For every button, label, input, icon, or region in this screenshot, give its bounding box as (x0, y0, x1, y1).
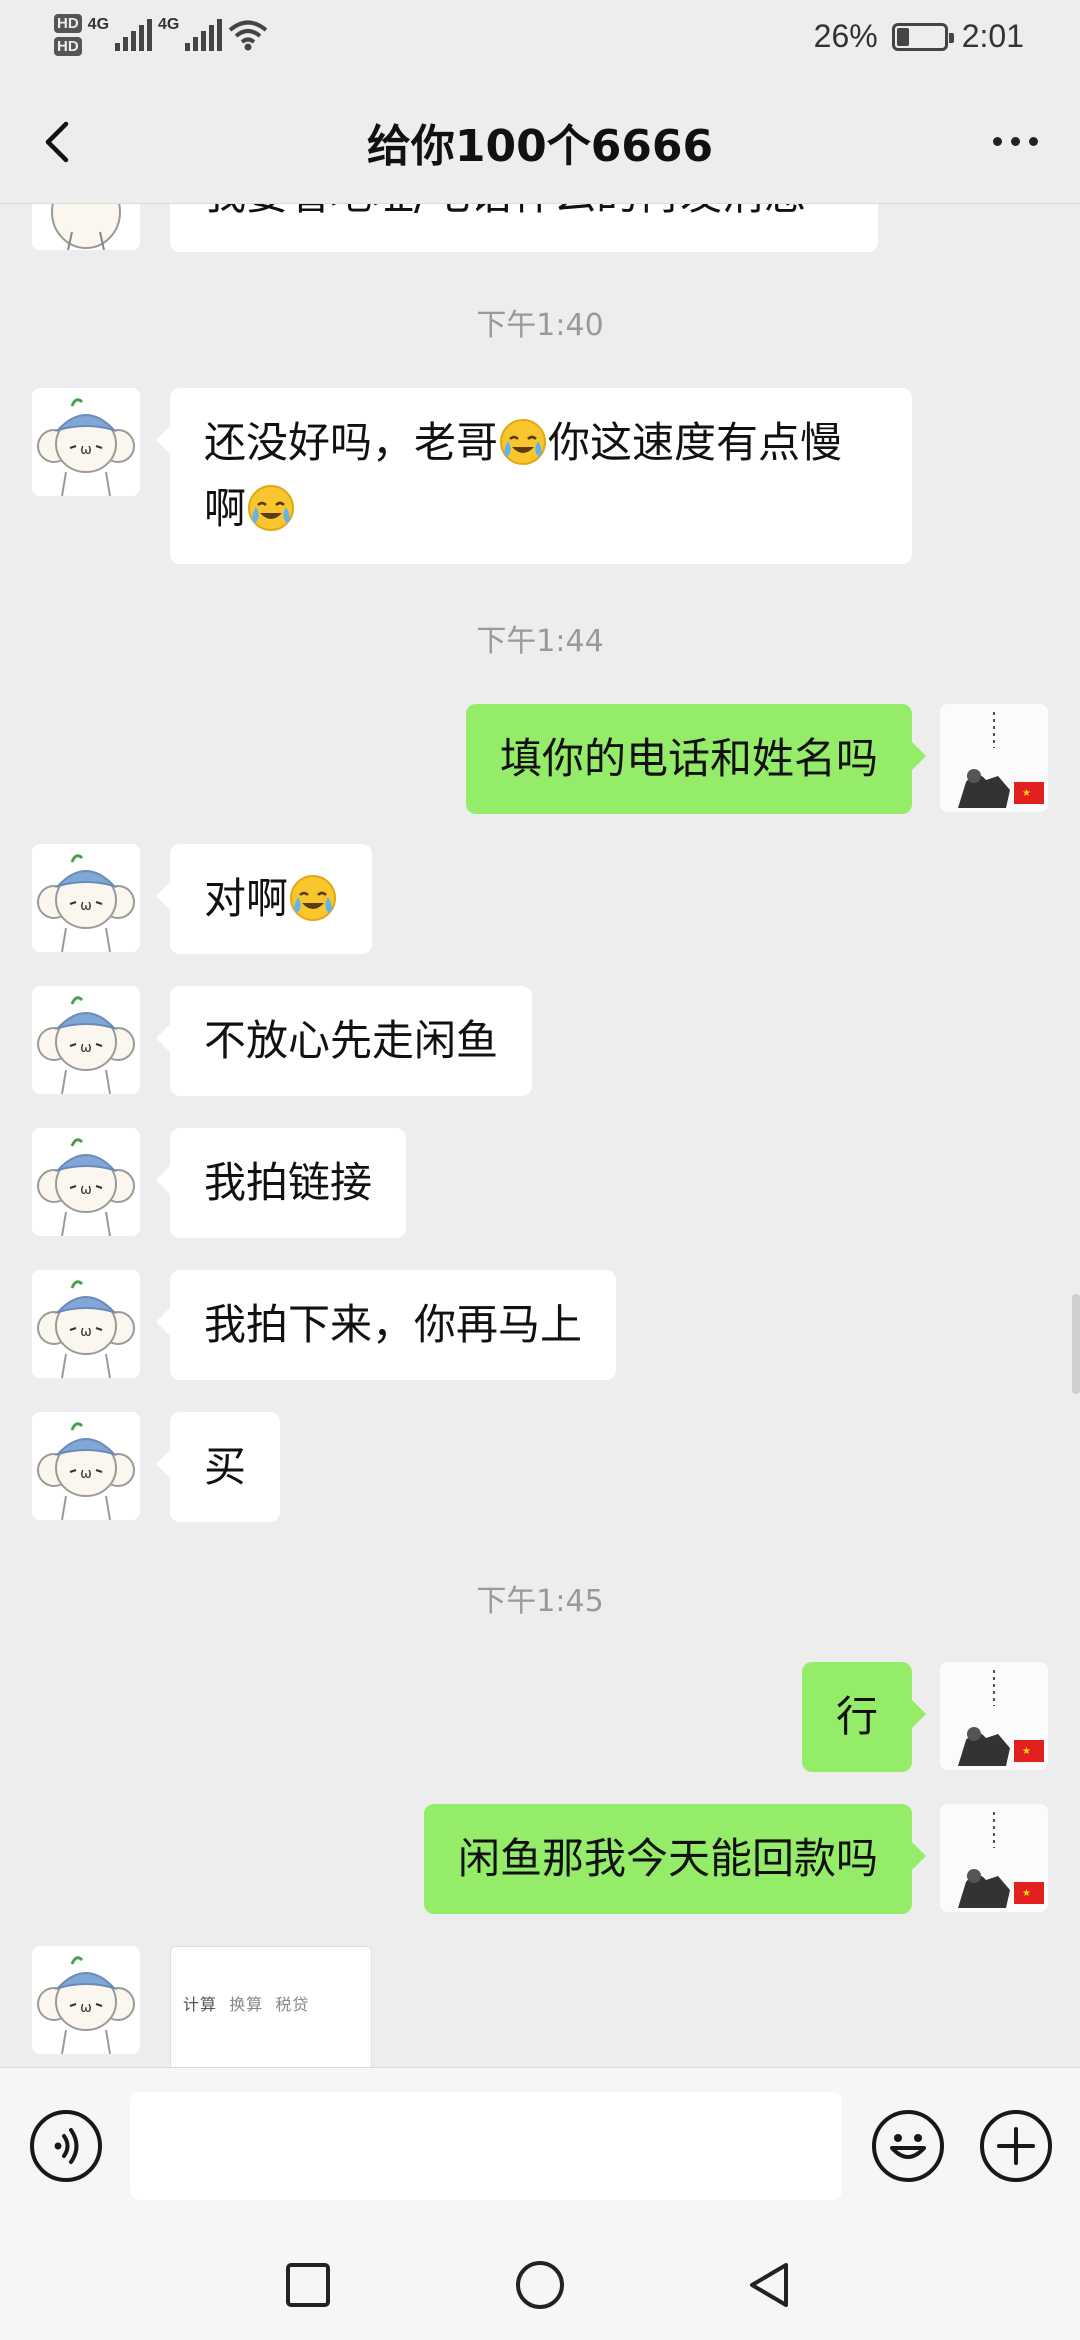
message-bubble[interactable]: 买 (155, 1412, 281, 1522)
signal-bars-2-icon (185, 19, 223, 51)
svg-text:ω: ω (80, 1182, 92, 1198)
svg-text:ω: ω (80, 898, 92, 914)
clock: 2:01 (961, 18, 1024, 54)
crying-laughing-emoji-icon (290, 875, 337, 921)
svg-text:★: ★ (1022, 788, 1031, 799)
svg-text:★: ★ (1022, 1888, 1031, 1899)
emoji-icon (890, 2134, 926, 2159)
hd-badge-1: HD (54, 14, 82, 33)
chat-title: 给你100个6666 (366, 121, 714, 172)
message-input[interactable] (130, 2092, 842, 2200)
network-type-2: 4G (158, 16, 180, 33)
message-bubble[interactable]: 对啊 (155, 844, 373, 954)
more-dots-icon (992, 136, 1002, 146)
wifi-icon (229, 20, 268, 51)
status-bar: HD HD 4G 4G 26% 2:01 (0, 0, 1080, 80)
image-message-thumbnail[interactable]: 计算 换算 税贷 (170, 1946, 372, 2076)
message-bubble[interactable]: 我要看地址/电话什么的再发消息 (170, 204, 878, 252)
svg-text:ω: ω (80, 1040, 92, 1056)
network-type-1: 4G (87, 16, 110, 33)
contact-avatar[interactable]: ω (32, 986, 140, 1094)
svg-text:ω: ω (80, 1324, 92, 1340)
timestamp: 下午1:40 (476, 308, 604, 343)
svg-text:ω: ω (80, 2000, 92, 2016)
message-bubble[interactable]: 填你的电话和姓名吗 (465, 704, 927, 814)
message-list[interactable]: 我要看地址/电话什么的再发消息 下午1:40 ω 还没好吗，老哥你这速度有点慢啊… (0, 204, 1080, 2067)
message-bubble[interactable]: 闲鱼那我今天能回款吗 (423, 1804, 927, 1914)
plus-icon (997, 2127, 1035, 2165)
emoji-button[interactable] (872, 2110, 944, 2182)
my-avatar[interactable]: ★ (940, 1804, 1048, 1912)
chat-header: 给你100个6666 (0, 80, 1080, 204)
message-bubble[interactable]: 我拍下来，你再马上 (155, 1270, 617, 1380)
contact-avatar[interactable]: ω (32, 388, 140, 496)
signal-bars-1-icon (115, 19, 153, 51)
scrollbar[interactable] (1072, 1294, 1080, 1394)
battery-icon (891, 22, 954, 51)
recent-apps-icon[interactable] (280, 2257, 336, 2313)
contact-avatar[interactable]: ω (32, 1412, 140, 1520)
system-nav-bar (0, 2227, 1080, 2340)
my-avatar[interactable]: ★ (940, 1662, 1048, 1770)
svg-text:★: ★ (1022, 1746, 1031, 1757)
message-bubble[interactable]: 还没好吗，老哥 你这速度有点慢啊 (156, 388, 912, 564)
contact-avatar[interactable] (32, 204, 140, 250)
message-bubble[interactable]: 我拍链接 (155, 1128, 407, 1238)
input-bar (0, 2067, 1080, 2227)
home-icon[interactable] (512, 2257, 568, 2313)
message-bubble[interactable]: 不放心先走闲鱼 (155, 986, 533, 1096)
plus-button[interactable] (980, 2110, 1052, 2182)
contact-avatar[interactable]: ω (32, 1946, 140, 2054)
voice-button[interactable] (30, 2110, 102, 2182)
voice-icon (54, 2128, 79, 2164)
crying-laughing-emoji-icon (248, 485, 295, 531)
timestamp: 下午1:45 (476, 1584, 604, 1619)
hd-badge-2: HD (54, 37, 82, 56)
svg-text:ω: ω (80, 1466, 92, 1482)
contact-avatar[interactable]: ω (32, 1128, 140, 1236)
crying-laughing-emoji-icon (500, 419, 547, 465)
signal-indicators: HD HD 4G 4G (54, 14, 268, 56)
timestamp: 下午1:44 (476, 624, 604, 659)
contact-avatar[interactable]: ω (32, 844, 140, 952)
battery-percent: 26% (813, 18, 878, 54)
more-button[interactable] (980, 116, 1050, 166)
svg-text:ω: ω (80, 442, 92, 458)
my-avatar[interactable]: ★ (940, 704, 1048, 812)
contact-avatar[interactable]: ω (32, 1270, 140, 1378)
message-bubble[interactable]: 行 (801, 1662, 927, 1772)
thumbnail-tabs: 计算 换算 税贷 (183, 1995, 310, 2014)
back-triangle-icon[interactable] (742, 2257, 798, 2313)
